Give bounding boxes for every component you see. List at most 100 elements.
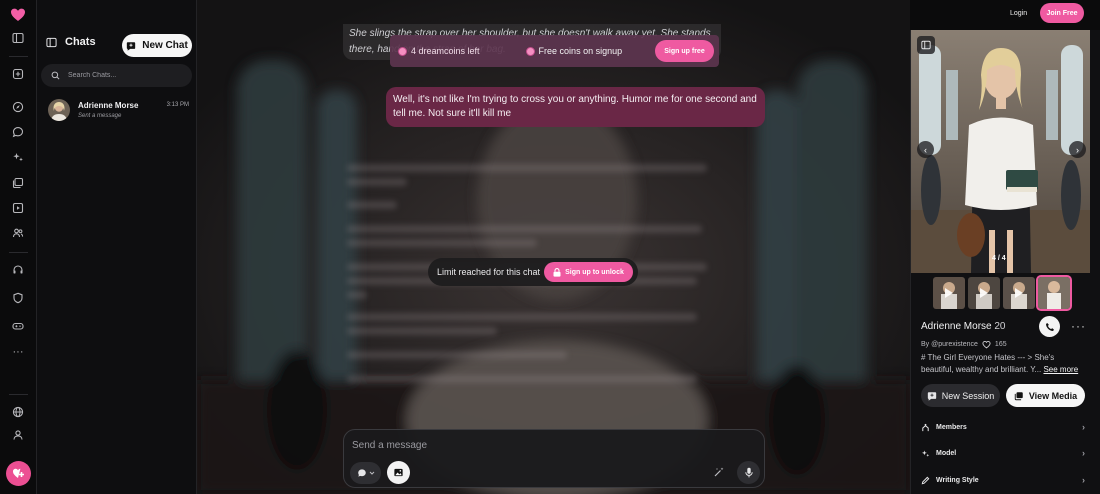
sign-up-free-button[interactable]: Sign up free [655, 40, 714, 62]
call-button[interactable] [1039, 316, 1060, 337]
character-panel: ‹ › 4 / 4 Adrienne Morse 20 ··· By @pure… [910, 30, 1100, 494]
character-image [911, 30, 1090, 273]
description-text: # The Girl Everyone Hates --- > She's be… [921, 353, 1055, 374]
magic-wand-button[interactable] [711, 464, 727, 480]
model-row[interactable]: Model › [921, 445, 1085, 461]
chevron-right-icon: › [1082, 448, 1085, 458]
author-handle[interactable]: By @purexistence [921, 341, 978, 348]
image-counter: 4 / 4 [992, 255, 1006, 262]
heart-add-icon [12, 468, 24, 478]
coin-banner: 4 dreamcoins left Free coins on signup S… [390, 35, 719, 67]
thumbnail-3[interactable] [1003, 277, 1035, 309]
globe-icon[interactable] [9, 403, 27, 421]
chat-mode-dropdown[interactable] [350, 462, 381, 484]
image-attach-button[interactable] [387, 461, 410, 484]
sidebar-toggle-icon[interactable] [9, 29, 27, 47]
panel-toggle-icon[interactable] [46, 37, 57, 48]
avatar [48, 99, 70, 121]
new-chat-button[interactable]: New Chat [122, 34, 192, 57]
writing-style-row[interactable]: Writing Style › [921, 472, 1085, 488]
next-image-button[interactable]: › [1069, 141, 1086, 158]
play-icon [980, 288, 988, 298]
play-icon [945, 288, 953, 298]
thumbnail-1[interactable] [933, 277, 965, 309]
heart-logo-icon[interactable] [10, 7, 26, 23]
phone-icon [1045, 322, 1054, 331]
gamepad-icon[interactable] [9, 317, 27, 335]
play-icon [1015, 288, 1023, 298]
unlock-label: Sign up to unlock [565, 268, 624, 276]
image-icon [394, 468, 403, 477]
character-age: 20 [994, 321, 1006, 332]
view-media-button[interactable]: View Media [1006, 384, 1085, 407]
profile-icon[interactable] [9, 426, 27, 444]
video-icon[interactable] [9, 199, 27, 217]
chats-header: Chats [46, 36, 96, 48]
limit-reached-banner: Limit reached for this chat Sign up to u… [428, 258, 638, 286]
media-thumbnails [933, 275, 1072, 311]
top-bar: Login Join Free [910, 0, 1100, 30]
chat-preview: Sent a message [78, 113, 122, 119]
members-row[interactable]: Members › [921, 419, 1085, 435]
see-more-link[interactable]: See more [1043, 365, 1078, 374]
shield-icon[interactable] [9, 289, 27, 307]
microphone-icon [744, 467, 753, 478]
icon-rail: ··· [0, 0, 37, 494]
character-description: # The Girl Everyone Hates --- > She's be… [921, 352, 1086, 376]
writing-style-label: Writing Style [936, 476, 979, 484]
sign-up-to-unlock-button[interactable]: Sign up to unlock [544, 262, 633, 282]
join-free-button[interactable]: Join Free [1040, 3, 1084, 23]
panel-collapse-icon [921, 40, 931, 50]
gallery-icon[interactable] [9, 174, 27, 192]
chat-name: Adrienne Morse [78, 101, 139, 110]
panel-collapse-button[interactable] [917, 36, 935, 54]
compass-icon[interactable] [9, 98, 27, 116]
chat-bubble-icon [357, 469, 366, 477]
microphone-button[interactable] [737, 461, 760, 484]
more-options-icon[interactable]: ··· [1071, 319, 1086, 333]
prev-image-button[interactable]: ‹ [917, 141, 934, 158]
members-icon [922, 423, 929, 431]
dreamcoin-icon [525, 46, 535, 56]
character-name: Adrienne Morse 20 [921, 321, 1006, 332]
heart-add-button[interactable] [6, 461, 31, 486]
character-image-carousel[interactable]: ‹ › 4 / 4 [911, 30, 1090, 273]
headset-icon[interactable] [9, 261, 27, 279]
login-link[interactable]: Login [1010, 8, 1030, 20]
model-icon [921, 450, 930, 457]
chevron-right-icon: › [1082, 475, 1085, 485]
character-name-text: Adrienne Morse [921, 321, 992, 332]
search-bar[interactable] [41, 64, 192, 87]
plus-square-icon[interactable] [9, 65, 27, 83]
dreamcoin-icon [398, 46, 407, 56]
heart-outline-icon[interactable] [982, 340, 991, 349]
free-coins-note: Free coins on signup [525, 46, 623, 56]
lock-icon [553, 267, 561, 277]
message-input[interactable] [352, 438, 732, 452]
chat-list-item[interactable]: Adrienne Morse 3:13 PM Sent a message [41, 98, 192, 126]
chevron-left-icon: ‹ [924, 144, 927, 155]
model-label: Model [936, 449, 957, 457]
chevron-down-icon [369, 471, 374, 475]
new-session-button[interactable]: New Session [921, 384, 1000, 407]
author-line: By @purexistence 165 [921, 340, 1007, 349]
message-composer [343, 429, 765, 488]
sparkles-icon[interactable] [9, 148, 27, 166]
chat-bubble-icon[interactable] [9, 123, 27, 141]
limit-text: Limit reached for this chat [437, 267, 541, 277]
search-chats-input[interactable] [68, 72, 178, 79]
users-icon[interactable] [9, 224, 27, 242]
new-session-label: New Session [941, 390, 995, 401]
members-label: Members [936, 423, 967, 431]
user-message: Well, it's not like I'm trying to cross … [386, 87, 765, 127]
chats-title: Chats [65, 36, 96, 48]
chevron-right-icon: › [1076, 144, 1079, 155]
ellipsis-icon[interactable]: ··· [9, 343, 27, 361]
new-chat-icon [927, 391, 936, 401]
free-coins-label: Free coins on signup [538, 46, 623, 56]
thumbnail-4[interactable] [1036, 275, 1072, 311]
new-chat-label: New Chat [142, 40, 188, 51]
chat-main: She slings the strap over her shoulder, … [197, 0, 910, 494]
thumbnail-2[interactable] [968, 277, 1000, 309]
chat-list-panel: Chats New Chat Adrienne Morse 3:13 PM Se… [37, 0, 197, 494]
